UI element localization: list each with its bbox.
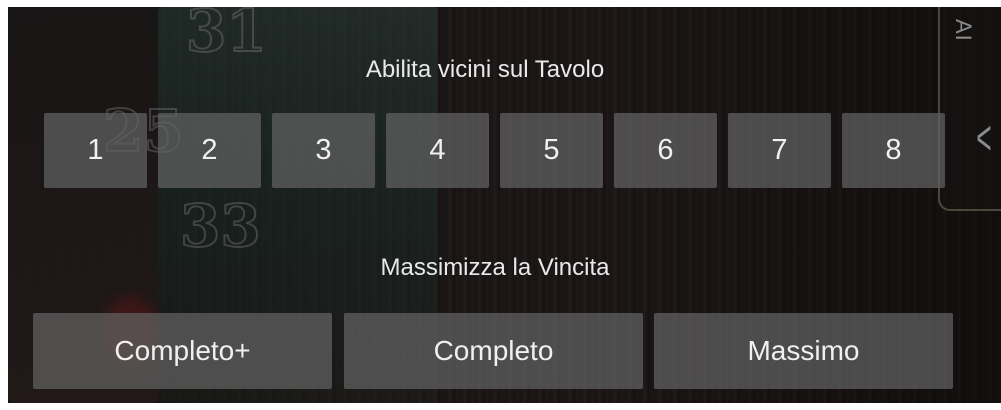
stage: 31 25 33 AI < Abilita vicini sul Tavolo …	[0, 0, 1001, 410]
maximize-title: Massimizza la Vincita	[380, 254, 610, 281]
neighbors-button-6[interactable]: 6	[614, 113, 717, 188]
neighbors-title: Abilita vicini sul Tavolo	[365, 56, 605, 83]
side-rail-label: AI	[951, 19, 976, 42]
neighbors-button-4[interactable]: 4	[386, 113, 489, 188]
background-number: 31	[185, 7, 268, 66]
massimo-button[interactable]: Massimo	[654, 313, 953, 389]
neighbors-button-8[interactable]: 8	[842, 113, 945, 188]
neighbors-button-1[interactable]: 1	[44, 113, 147, 188]
background-number: 33	[179, 191, 262, 261]
neighbors-button-5[interactable]: 5	[500, 113, 603, 188]
chevron-left-icon[interactable]: <	[976, 115, 991, 163]
completo-button[interactable]: Completo	[344, 313, 643, 389]
neighbors-button-2[interactable]: 2	[158, 113, 261, 188]
completo-plus-button[interactable]: Completo+	[33, 313, 332, 389]
neighbors-button-7[interactable]: 7	[728, 113, 831, 188]
neighbors-button-3[interactable]: 3	[272, 113, 375, 188]
